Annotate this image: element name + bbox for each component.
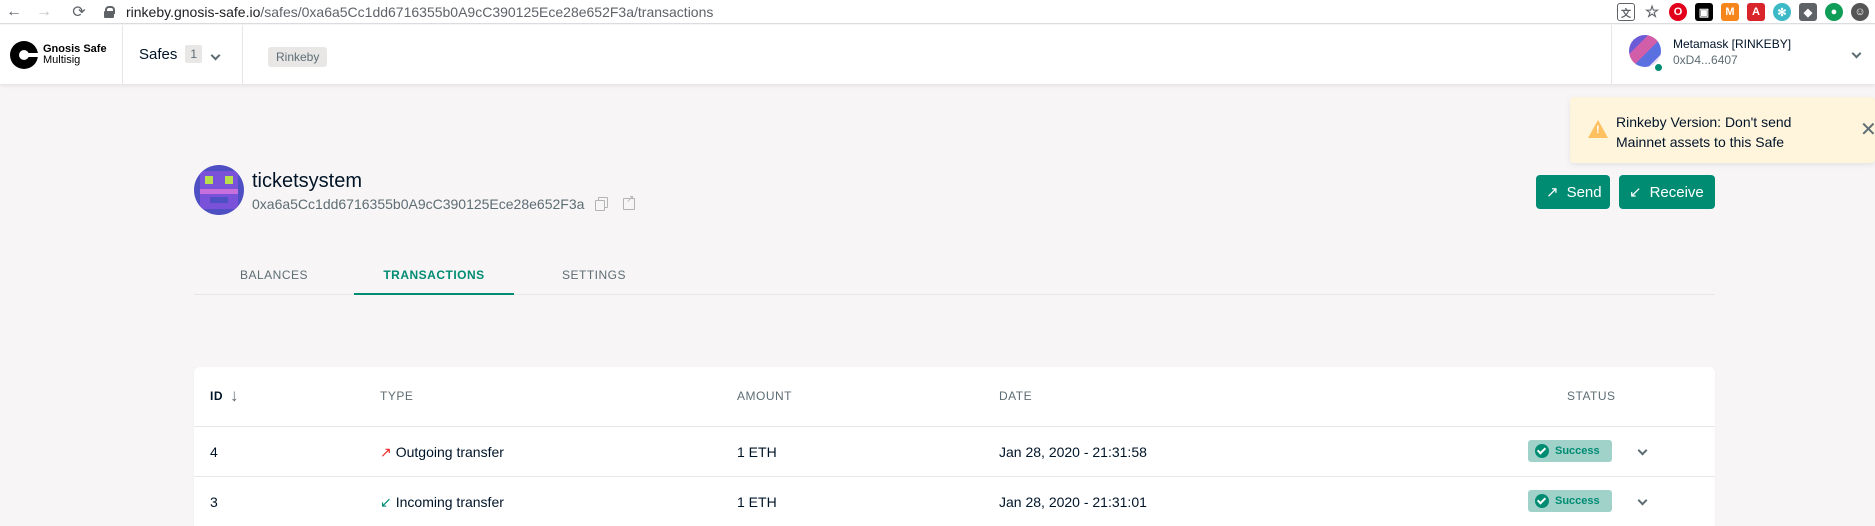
tab-balances[interactable]: BALANCES — [194, 258, 354, 295]
tx-type-label: Incoming transfer — [395, 494, 504, 510]
status-label: Success — [1555, 445, 1600, 457]
outgoing-arrow-icon: ↗ — [380, 444, 392, 460]
tab-settings[interactable]: SETTINGS — [514, 258, 674, 295]
app-header: Gnosis Safe Multisig Safes 1 Rinkeby Met… — [0, 25, 1875, 84]
cube-icon[interactable]: ◆ — [1799, 3, 1817, 21]
network-warning-toast: ! Rinkeby Version: Don't send Mainnet as… — [1570, 97, 1875, 163]
warning-icon: ! — [1588, 120, 1608, 138]
brand-text: Gnosis Safe Multisig — [43, 44, 107, 66]
warning-message: Rinkeby Version: Don't send Mainnet asse… — [1616, 114, 1792, 150]
chevron-down-icon[interactable] — [1851, 44, 1862, 62]
browser-toolbar: ← → ⟳ rinkeby.gnosis-safe.io/safes/0xa6a… — [0, 0, 1875, 24]
lock-icon — [104, 6, 115, 18]
status-label: Success — [1555, 495, 1600, 507]
network-badge: Rinkeby — [268, 47, 328, 67]
account-address: 0xD4...6407 — [1673, 53, 1738, 67]
receive-label: Receive — [1649, 183, 1704, 201]
safe-address: 0xa6a5Cc1dd6716355b0A9cC390125Ece28e652F… — [252, 196, 585, 212]
extension-tray: 文 ☆ O ▣ M A ✻ ◆ ● ☺ — [1617, 2, 1875, 22]
safe-avatar — [194, 165, 244, 215]
send-button[interactable]: ↗ Send — [1536, 175, 1610, 209]
pdf-icon[interactable]: A — [1747, 3, 1765, 21]
receive-button[interactable]: ↙ Receive — [1619, 175, 1715, 209]
opera-icon[interactable]: O — [1669, 3, 1687, 21]
safe-name: ticketsystem — [252, 170, 363, 192]
extension-icon[interactable]: ▣ — [1695, 3, 1713, 21]
url-path: /safes/0xa6a5Cc1dd6716355b0A9cC390125Ece… — [260, 4, 714, 20]
external-link-icon[interactable] — [623, 194, 635, 210]
arrow-down-left-icon: ↙ — [1629, 184, 1642, 201]
header-divider — [242, 25, 243, 84]
status-badge: Success — [1528, 490, 1612, 512]
safe-tabs: BALANCES TRANSACTIONS SETTINGS — [194, 258, 1715, 295]
brand-sub: Multisig — [43, 54, 81, 66]
tx-amount: 1 ETH — [737, 494, 777, 510]
chevron-down-icon[interactable] — [1637, 491, 1648, 509]
row-divider — [194, 426, 1715, 427]
safes-dropdown[interactable]: Safes 1 — [139, 45, 222, 63]
tx-type: ↗ Outgoing transfer — [380, 444, 504, 461]
column-header-type: TYPE — [380, 389, 414, 403]
column-header-status: STATUS — [1567, 389, 1616, 403]
copy-icon[interactable] — [595, 197, 608, 211]
forward-icon[interactable]: → — [33, 1, 55, 23]
tx-type: ↙ Incoming transfer — [380, 494, 504, 511]
tx-date: Jan 28, 2020 - 21:31:01 — [999, 494, 1147, 510]
address-bar[interactable]: rinkeby.gnosis-safe.io/safes/0xa6a5Cc1dd… — [104, 1, 713, 23]
incoming-arrow-icon: ↙ — [380, 494, 392, 510]
close-icon[interactable]: ✕ — [1860, 117, 1875, 142]
url-host: rinkeby.gnosis-safe.io — [126, 4, 261, 20]
reload-icon[interactable]: ⟳ — [68, 1, 90, 23]
check-circle-icon — [1535, 494, 1549, 508]
column-header-id[interactable]: ID — [210, 389, 223, 403]
check-circle-icon — [1535, 444, 1549, 458]
profile-icon[interactable]: ☺ — [1851, 3, 1869, 21]
safes-label: Safes — [139, 45, 178, 63]
star-icon[interactable]: ☆ — [1643, 3, 1661, 21]
arrow-up-right-icon: ↗ — [1546, 184, 1559, 201]
react-icon[interactable]: ✻ — [1773, 3, 1791, 21]
send-label: Send — [1566, 183, 1602, 201]
tab-transactions[interactable]: TRANSACTIONS — [354, 258, 514, 295]
tx-date: Jan 28, 2020 - 21:31:58 — [999, 444, 1147, 460]
tx-type-label: Outgoing transfer — [395, 444, 504, 460]
chevron-down-icon[interactable] — [1637, 441, 1648, 459]
metamask-icon[interactable]: M — [1721, 3, 1739, 21]
column-header-date: DATE — [999, 389, 1033, 403]
column-header-amount: AMOUNT — [737, 389, 792, 403]
safes-count-badge: 1 — [185, 45, 203, 63]
row-divider — [194, 476, 1715, 477]
sort-arrow-down-icon[interactable]: ↓ — [230, 386, 239, 406]
connected-status-icon — [1653, 62, 1664, 73]
account-name: Metamask [RINKEBY] — [1673, 37, 1792, 51]
tx-amount: 1 ETH — [737, 444, 777, 460]
back-icon[interactable]: ← — [3, 1, 25, 23]
status-badge: Success — [1528, 440, 1612, 462]
header-divider — [122, 25, 123, 84]
account-menu[interactable]: Metamask [RINKEBY] 0xD4...6407 — [1627, 25, 1875, 84]
header-divider — [1611, 25, 1612, 84]
tx-id: 4 — [210, 444, 218, 460]
green-circle-icon[interactable]: ● — [1825, 3, 1843, 21]
transactions-table: ID ↓ TYPE AMOUNT DATE STATUS 4 ↗ Outgoing… — [194, 367, 1715, 526]
translate-icon[interactable]: 文 — [1617, 3, 1635, 21]
gnosis-logo-icon — [10, 41, 38, 69]
brand-logo[interactable]: Gnosis Safe Multisig — [10, 41, 107, 69]
chevron-down-icon — [210, 46, 222, 61]
tx-id: 3 — [210, 494, 218, 510]
